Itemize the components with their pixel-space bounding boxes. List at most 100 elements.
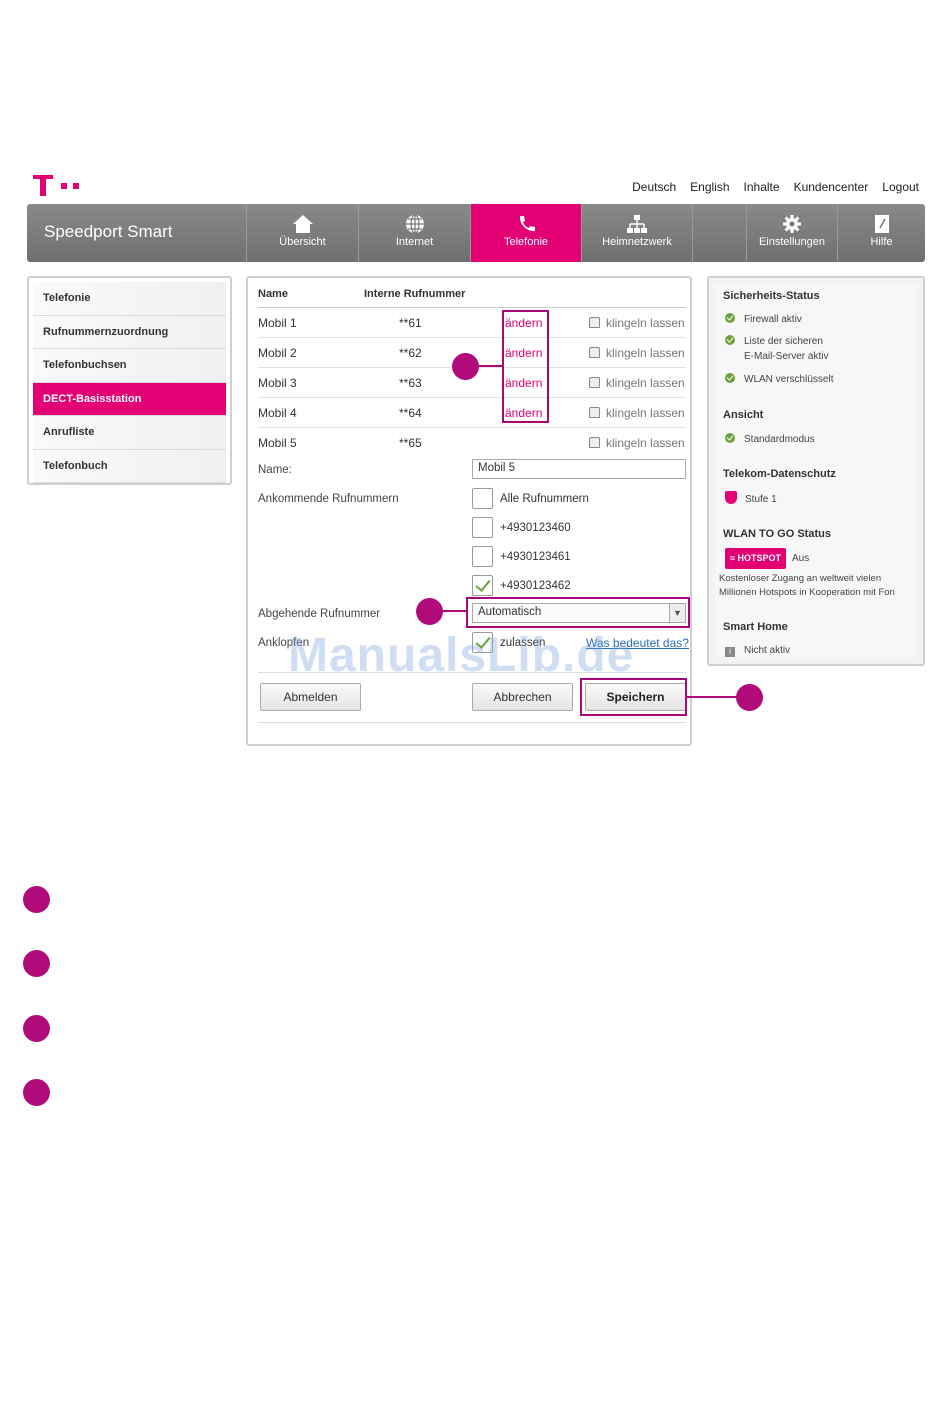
- row-number: **61: [399, 316, 422, 330]
- link-logout[interactable]: Logout: [882, 180, 919, 194]
- globe-icon: [405, 214, 424, 234]
- sidebar-item-rufnummernzuordnung[interactable]: Rufnummernzuordnung: [33, 315, 226, 349]
- link-deutsch[interactable]: Deutsch: [632, 180, 676, 194]
- ring-toggle[interactable]: klingeln lassen: [589, 338, 685, 368]
- check-icon: [725, 313, 735, 323]
- bell-icon: [589, 437, 600, 448]
- checkbox-label: +4930123460: [500, 522, 571, 534]
- status-hotspot: ≈ HOTSPOT Aus: [725, 548, 809, 569]
- legend-marker-2: [23, 950, 50, 977]
- legend-marker-4: [23, 1079, 50, 1106]
- callout-line-3: [686, 696, 737, 698]
- sidebar-item-telefonie[interactable]: Telefonie: [33, 282, 226, 316]
- brand-title: Speedport Smart: [44, 222, 173, 241]
- check-icon: [725, 373, 735, 383]
- row-number: **64: [399, 406, 422, 420]
- table-row: Mobil 1 **61 ändern klingeln lassen: [258, 308, 686, 338]
- sidebar: Telefonie Rufnummernzuordnung Telefonbuc…: [27, 276, 232, 485]
- watermark: ManualsLib.de: [288, 629, 635, 682]
- checkbox-alle-rufnummern[interactable]: [472, 488, 493, 509]
- aendern-highlight: [502, 310, 549, 423]
- wlan-description: Kostenloser Zugang an weltweit vielen Mil…: [719, 573, 895, 598]
- nav-internet[interactable]: Internet: [358, 204, 470, 262]
- row-name: Mobil 5: [258, 436, 297, 450]
- row-name: Mobil 1: [258, 316, 297, 330]
- nav-einstellungen[interactable]: Einstellungen: [746, 204, 837, 262]
- nav-heimnetzwerk[interactable]: Heimnetzwerk: [581, 204, 692, 262]
- status-mailserver: Liste der sicheren E-Mail-Server aktiv: [725, 334, 828, 364]
- sidebar-item-anrufliste[interactable]: Anrufliste: [33, 416, 226, 450]
- table-row: Mobil 5 **65 klingeln lassen: [258, 428, 686, 458]
- callout-marker-1: [452, 353, 479, 380]
- checkbox-label: +4930123462: [500, 580, 571, 592]
- row-number: **65: [399, 436, 422, 450]
- help-book-icon: [874, 215, 889, 233]
- nav-telefonie[interactable]: Telefonie: [470, 204, 581, 262]
- network-icon: [627, 215, 647, 233]
- row-number: **63: [399, 376, 422, 390]
- status-view: Standardmodus: [725, 432, 815, 447]
- phone-icon: [519, 216, 535, 232]
- security-title: Sicherheits-Status: [723, 290, 820, 302]
- checkbox-number-1[interactable]: [472, 517, 493, 538]
- checkbox-number-3[interactable]: [472, 575, 493, 596]
- telekom-logo: [33, 172, 93, 198]
- smarthome-title: Smart Home: [723, 621, 788, 633]
- incoming-label: Ankommende Rufnummern: [258, 493, 399, 505]
- wlan-title: WLAN TO GO Status: [723, 528, 831, 540]
- row-name: Mobil 4: [258, 406, 297, 420]
- nav-uebersicht[interactable]: Übersicht: [246, 204, 358, 262]
- link-kundencenter[interactable]: Kundencenter: [794, 180, 869, 194]
- bell-icon: [589, 377, 600, 388]
- col-number: Interne Rufnummer: [364, 288, 466, 300]
- info-icon: i: [725, 647, 735, 657]
- legend-marker-3: [23, 1015, 50, 1042]
- ring-toggle[interactable]: klingeln lassen: [589, 398, 685, 428]
- ring-toggle[interactable]: klingeln lassen: [589, 308, 685, 338]
- link-english[interactable]: English: [690, 180, 729, 194]
- row-name: Mobil 3: [258, 376, 297, 390]
- ring-toggle[interactable]: klingeln lassen: [589, 368, 685, 398]
- checkbox-number-2[interactable]: [472, 546, 493, 567]
- top-links: Deutsch English Inhalte Kundencenter Log…: [632, 180, 919, 194]
- ring-toggle[interactable]: klingeln lassen: [589, 428, 685, 458]
- sidebar-item-telefonbuchsen[interactable]: Telefonbuchsen: [33, 349, 226, 383]
- abmelden-button[interactable]: Abmelden: [260, 683, 361, 711]
- gear-icon: [783, 215, 801, 233]
- row-name: Mobil 2: [258, 346, 297, 360]
- outgoing-label: Abgehende Rufnummer: [258, 608, 381, 620]
- callout-marker-2: [416, 598, 443, 625]
- check-icon: [725, 335, 735, 345]
- callout-marker-3: [736, 684, 763, 711]
- name-label: Name:: [258, 464, 292, 476]
- hotspot-badge: ≈ HOTSPOT: [725, 548, 786, 569]
- sidebar-item-telefonbuch[interactable]: Telefonbuch: [33, 449, 226, 483]
- checkbox-label: +4930123461: [500, 551, 571, 563]
- outgoing-highlight: [466, 597, 690, 628]
- link-inhalte[interactable]: Inhalte: [744, 180, 780, 194]
- privacy-title: Telekom-Datenschutz: [723, 468, 836, 480]
- bell-icon: [589, 317, 600, 328]
- sidebar-item-dect-basisstation[interactable]: DECT-Basisstation: [33, 382, 226, 416]
- checkbox-label: Alle Rufnummern: [500, 493, 589, 505]
- legend-marker-1: [23, 886, 50, 913]
- status-wlan: WLAN verschlüsselt: [725, 372, 833, 387]
- abbrechen-button[interactable]: Abbrechen: [472, 683, 573, 711]
- bell-icon: [589, 407, 600, 418]
- bell-icon: [589, 347, 600, 358]
- row-number: **62: [399, 346, 422, 360]
- callout-line-2: [442, 610, 466, 612]
- nav-hilfe[interactable]: Hilfe: [837, 204, 925, 262]
- nav-spacer: [692, 204, 746, 262]
- home-icon: [292, 215, 313, 233]
- table-row: Mobil 4 **64 ändern klingeln lassen: [258, 398, 686, 428]
- status-panel: Sicherheits-Status Firewall aktiv Liste …: [707, 276, 925, 666]
- main-navbar: Speedport Smart Übersicht Internet Telef…: [27, 204, 925, 262]
- check-icon: [725, 433, 735, 443]
- status-firewall: Firewall aktiv: [725, 312, 802, 327]
- status-smarthome: i Nicht aktiv: [725, 643, 790, 658]
- view-title: Ansicht: [723, 409, 764, 421]
- name-input[interactable]: Mobil 5: [472, 459, 686, 479]
- shield-icon: [725, 491, 737, 504]
- save-highlight: [580, 678, 687, 716]
